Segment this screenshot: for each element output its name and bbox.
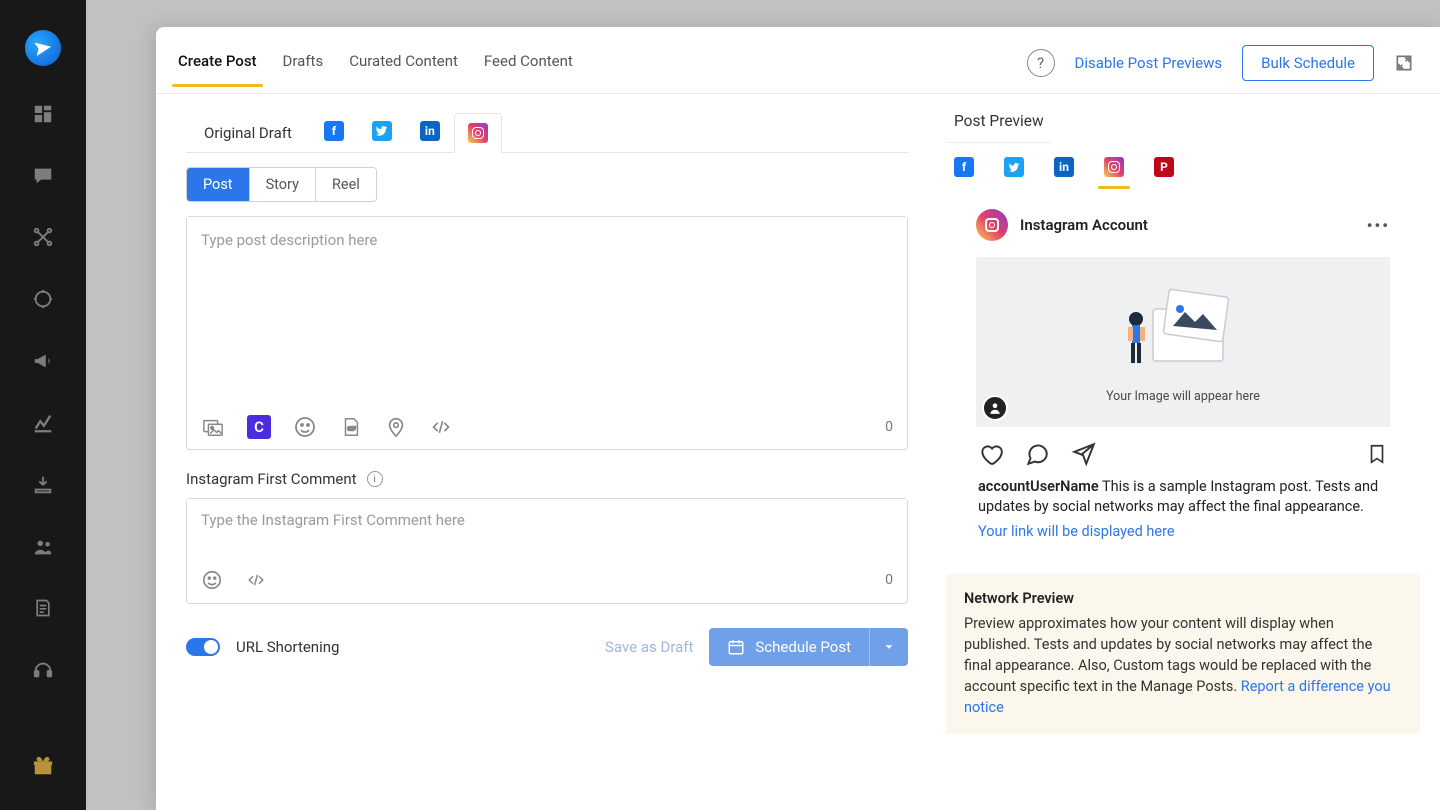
preview-network-tabs: f in P: [946, 143, 1420, 181]
comment-code-icon[interactable]: [245, 571, 267, 589]
instagram-account-name: Instagram Account: [1020, 216, 1148, 234]
preview-tab-twitter[interactable]: [1004, 157, 1024, 177]
url-shortening-label: URL Shortening: [236, 638, 339, 656]
network-preview-notice: Network Preview Preview approximates how…: [946, 574, 1420, 734]
tab-curated-content[interactable]: Curated Content: [349, 52, 458, 86]
instagram-preview-card: Instagram Account •••: [976, 209, 1390, 542]
preview-panel: Post Preview f in P Instagram Account ••…: [936, 94, 1440, 810]
tab-create-post[interactable]: Create Post: [178, 52, 257, 86]
preview-link[interactable]: Your link will be displayed here: [978, 522, 1388, 542]
post-description-input[interactable]: [187, 217, 907, 407]
share-icon[interactable]: [1070, 441, 1096, 467]
preview-caption: accountUserName This is a sample Instagr…: [976, 477, 1390, 542]
tab-drafts[interactable]: Drafts: [283, 52, 324, 86]
create-post-modal: Create Post Drafts Curated Content Feed …: [156, 27, 1440, 810]
char-counter: 0: [885, 419, 893, 435]
expand-icon[interactable]: [1394, 53, 1414, 73]
gif-icon[interactable]: GIF: [339, 416, 363, 438]
bulk-schedule-button[interactable]: Bulk Schedule: [1242, 45, 1374, 81]
preview-tab-linkedin[interactable]: in: [1054, 157, 1074, 177]
nav-target-icon[interactable]: [23, 285, 63, 313]
nav-megaphone-icon[interactable]: [23, 347, 63, 375]
post-type-segment: Post Story Reel: [186, 167, 377, 202]
more-options-icon[interactable]: •••: [1367, 216, 1390, 235]
url-shortening-toggle[interactable]: [186, 638, 220, 656]
modal-header: Create Post Drafts Curated Content Feed …: [156, 27, 1440, 94]
heart-icon[interactable]: [978, 441, 1004, 467]
code-icon[interactable]: [429, 417, 453, 437]
bookmark-icon[interactable]: [1366, 441, 1388, 467]
image-placeholder-text: Your Image will appear here: [1106, 389, 1260, 404]
svg-text:GIF: GIF: [347, 427, 355, 433]
media-upload-icon[interactable]: [201, 416, 225, 438]
nav-team-icon[interactable]: [23, 533, 63, 561]
emoji-icon[interactable]: [293, 415, 317, 439]
composer-panel: Original Draft f in Post Story Reel: [156, 94, 936, 810]
modal-tabs: Create Post Drafts Curated Content Feed …: [178, 52, 573, 86]
preview-title: Post Preview: [946, 108, 1052, 143]
user-avatar-overlay-icon: [982, 395, 1008, 421]
preview-tab-instagram[interactable]: [1104, 157, 1124, 177]
network-tab-twitter[interactable]: [358, 112, 406, 152]
help-icon[interactable]: ?: [1027, 49, 1055, 77]
canva-icon[interactable]: C: [247, 415, 271, 439]
network-tab-linkedin[interactable]: in: [406, 112, 454, 152]
info-icon[interactable]: i: [367, 471, 383, 487]
nav-gift-icon[interactable]: [23, 752, 63, 780]
nav-analytics-icon[interactable]: [23, 409, 63, 437]
notice-title: Network Preview: [964, 590, 1402, 607]
network-tab-instagram[interactable]: [454, 113, 502, 153]
comment-char-counter: 0: [885, 572, 893, 588]
nav-dashboard-icon[interactable]: [23, 100, 63, 128]
nav-messages-icon[interactable]: [23, 162, 63, 190]
save-as-draft-button[interactable]: Save as Draft: [605, 638, 693, 656]
preview-tab-pinterest[interactable]: P: [1154, 157, 1174, 177]
nav-reports-icon[interactable]: [23, 595, 63, 623]
app-sidebar: [0, 0, 86, 810]
post-type-reel[interactable]: Reel: [316, 168, 376, 201]
network-tab-facebook[interactable]: f: [310, 112, 358, 152]
nav-download-icon[interactable]: [23, 471, 63, 499]
notice-body: Preview approximates how your content wi…: [964, 613, 1402, 718]
original-draft-label: Original Draft: [186, 116, 310, 152]
tab-feed-content[interactable]: Feed Content: [484, 52, 573, 86]
nav-connect-icon[interactable]: [23, 223, 63, 251]
app-logo: [25, 30, 61, 66]
nav-support-icon[interactable]: [23, 656, 63, 684]
comment-icon[interactable]: [1024, 441, 1050, 467]
preview-image-placeholder: Your Image will appear here: [976, 257, 1390, 427]
instagram-avatar-icon: [976, 209, 1008, 241]
comment-emoji-icon[interactable]: [201, 569, 223, 591]
first-comment-label: Instagram First Comment i: [186, 470, 908, 488]
first-comment-input[interactable]: [187, 499, 907, 559]
location-icon[interactable]: [385, 415, 407, 439]
post-type-story[interactable]: Story: [250, 168, 316, 201]
post-composer-box: C GIF: [186, 216, 908, 450]
post-type-post[interactable]: Post: [187, 168, 250, 201]
schedule-post-button[interactable]: Schedule Post: [709, 628, 869, 666]
disable-previews-link[interactable]: Disable Post Previews: [1075, 54, 1223, 72]
preview-tab-facebook[interactable]: f: [954, 157, 974, 177]
schedule-dropdown-button[interactable]: [869, 628, 908, 666]
